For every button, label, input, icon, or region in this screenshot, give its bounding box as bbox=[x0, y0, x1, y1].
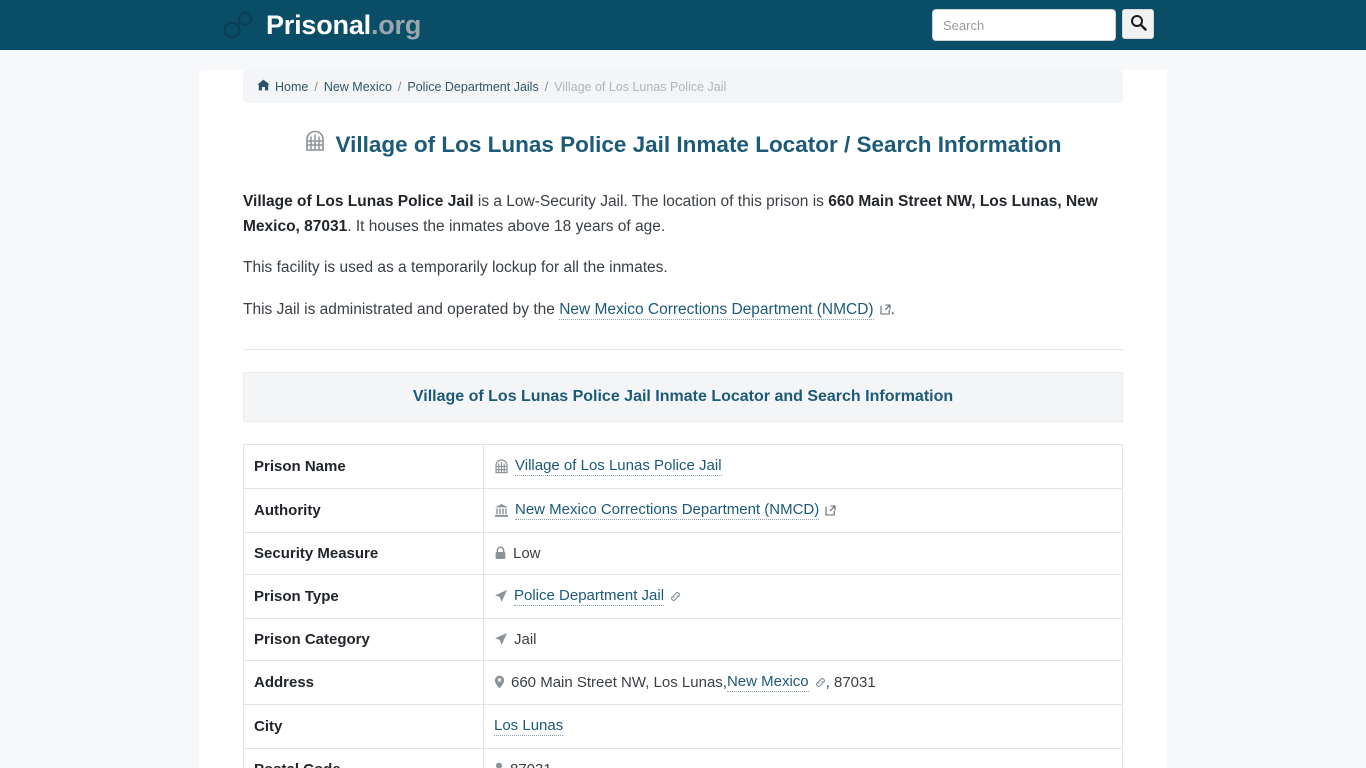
intro-paragraph-1: Village of Los Lunas Police Jail is a Lo… bbox=[243, 189, 1123, 239]
row-value-address: 660 Main Street NW, Los Lunas, New Mexic… bbox=[483, 659, 1123, 705]
search-input[interactable] bbox=[932, 9, 1116, 41]
breadcrumb-item-new-mexico[interactable]: New Mexico bbox=[324, 80, 392, 94]
authority-link[interactable]: New Mexico Corrections Department (NMCD) bbox=[559, 300, 874, 320]
row-label-address: Address bbox=[243, 659, 484, 705]
prison-category-value: Jail bbox=[514, 630, 537, 648]
row-label-prison-name: Prison Name bbox=[243, 443, 484, 489]
home-icon bbox=[257, 79, 270, 94]
prison-name-link[interactable]: Village of Los Lunas Police Jail bbox=[515, 457, 722, 476]
page-title-text: Village of Los Lunas Police Jail Inmate … bbox=[335, 132, 1062, 157]
table-row: City Los Lunas bbox=[243, 703, 1123, 749]
location-arrow-icon bbox=[494, 632, 508, 646]
prison-gate-icon bbox=[494, 459, 509, 474]
handcuffs-icon bbox=[222, 10, 256, 40]
row-value-postal-code: 87031 bbox=[483, 747, 1123, 768]
breadcrumb-separator: / bbox=[314, 79, 318, 94]
row-value-city: Los Lunas bbox=[483, 703, 1123, 749]
row-value-authority: New Mexico Corrections Department (NMCD) bbox=[483, 487, 1123, 533]
lock-icon bbox=[494, 546, 507, 560]
address-state-link[interactable]: New Mexico bbox=[726, 673, 809, 692]
row-label-prison-category: Prison Category bbox=[243, 617, 484, 661]
table-row: Prison Name Village of Los Lunas Police … bbox=[243, 443, 1123, 489]
address-street-text: 660 Main Street NW, Los Lunas, bbox=[511, 673, 727, 691]
table-caption: Village of Los Lunas Police Jail Inmate … bbox=[243, 371, 1123, 422]
section-divider bbox=[243, 348, 1123, 350]
brand-name: Prisonal bbox=[266, 9, 371, 40]
address-postal-text: , 87031 bbox=[825, 673, 876, 691]
external-link-icon bbox=[825, 505, 836, 516]
breadcrumb-separator: / bbox=[397, 79, 402, 94]
row-value-security-measure: Low bbox=[483, 531, 1123, 575]
external-link-icon bbox=[880, 304, 891, 315]
bank-icon bbox=[494, 503, 509, 518]
search-icon bbox=[1130, 14, 1147, 34]
breadcrumb-item-police-department-jails[interactable]: Police Department Jails bbox=[407, 80, 538, 94]
row-label-security-measure: Security Measure bbox=[243, 531, 484, 575]
city-link[interactable]: Los Lunas bbox=[494, 717, 564, 736]
authority-link[interactable]: New Mexico Corrections Department (NMCD) bbox=[515, 501, 820, 520]
breadcrumb-item-home[interactable]: Home bbox=[275, 80, 308, 94]
row-value-prison-name: Village of Los Lunas Police Jail bbox=[483, 443, 1123, 489]
security-measure-value: Low bbox=[513, 544, 541, 562]
table-row: Prison Category Jail bbox=[243, 617, 1123, 661]
map-pin-icon bbox=[494, 762, 504, 768]
brand-tld: .org bbox=[370, 9, 422, 40]
table-row: Authority New Mexico Corrections Departm… bbox=[243, 487, 1123, 533]
prison-gate-icon bbox=[304, 130, 326, 159]
search-button[interactable] bbox=[1122, 9, 1154, 39]
page-title: Village of Los Lunas Police Jail Inmate … bbox=[243, 130, 1123, 159]
row-label-authority: Authority bbox=[243, 487, 484, 533]
prison-type-link[interactable]: Police Department Jail bbox=[514, 587, 665, 606]
link-chain-icon bbox=[670, 591, 681, 602]
breadcrumb-separator: / bbox=[544, 79, 549, 94]
row-label-postal-code: Postal Code bbox=[243, 747, 484, 768]
table-row: Postal Code 87031 bbox=[243, 747, 1123, 768]
breadcrumb: Home / New Mexico / Police Department Ja… bbox=[243, 70, 1123, 103]
intro-paragraph-3-prefix: This Jail is administrated and operated … bbox=[243, 300, 560, 318]
breadcrumb-item-current: Village of Los Lunas Police Jail bbox=[554, 79, 727, 94]
postal-code-value: 87031 bbox=[510, 761, 552, 768]
table-row: Prison Type Police Department Jail bbox=[243, 573, 1123, 619]
link-chain-icon bbox=[815, 677, 826, 688]
map-marker-icon bbox=[494, 675, 505, 689]
row-label-city: City bbox=[243, 703, 484, 749]
table-row: Address 660 Main Street NW, Los Lunas, N… bbox=[243, 659, 1123, 705]
intro-text-2: . It houses the inmates above 18 years o… bbox=[347, 218, 666, 236]
site-logo[interactable]: Prisonal.org bbox=[222, 10, 421, 40]
search-form bbox=[932, 9, 1154, 41]
brand-text: Prisonal.org bbox=[266, 9, 422, 40]
prison-info-table: Prison Name Village of Los Lunas Police … bbox=[243, 443, 1123, 768]
intro-paragraph-3-suffix: . bbox=[890, 300, 895, 318]
intro-paragraph-3: This Jail is administrated and operated … bbox=[243, 297, 1123, 322]
row-label-prison-type: Prison Type bbox=[243, 573, 484, 619]
row-value-prison-category: Jail bbox=[483, 617, 1123, 661]
intro-text-1: is a Low-Security Jail. The location of … bbox=[473, 193, 829, 211]
site-header: Prisonal.org bbox=[0, 0, 1366, 50]
intro-paragraph-2: This facility is used as a temporarily l… bbox=[243, 259, 668, 277]
intro-bold-prison-name: Village of Los Lunas Police Jail bbox=[243, 193, 474, 211]
location-arrow-icon bbox=[494, 589, 508, 603]
page-container: Home / New Mexico / Police Department Ja… bbox=[199, 70, 1167, 768]
row-value-prison-type: Police Department Jail bbox=[483, 573, 1123, 619]
table-row: Security Measure Low bbox=[243, 531, 1123, 575]
